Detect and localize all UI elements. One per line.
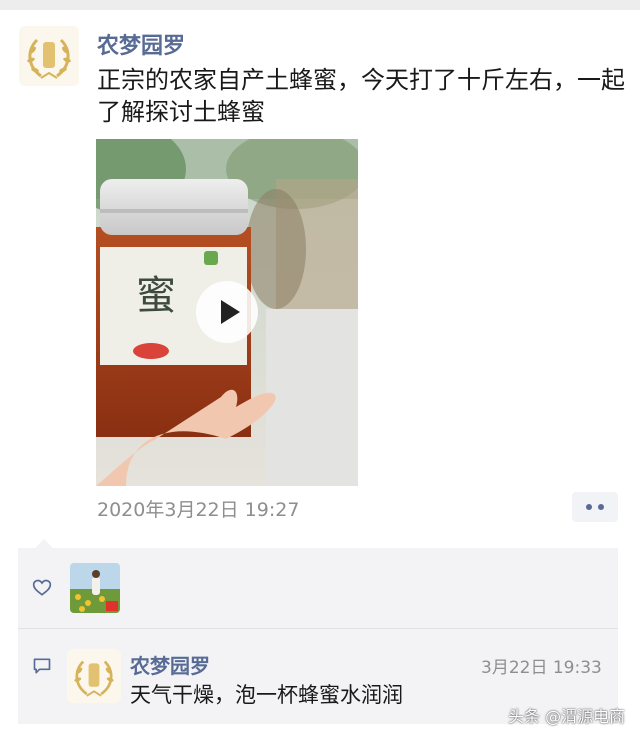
post-text: 正宗的农家自产土蜂蜜，今天打了十斤左右，一起了解探讨土蜂蜜 — [97, 66, 625, 126]
divider — [18, 628, 618, 629]
laurel-logo-icon — [19, 26, 79, 86]
comment-text[interactable]: 天气干燥，泡一杯蜂蜜水润润 — [130, 679, 403, 709]
post-author-name[interactable]: 农梦园罗 — [97, 28, 185, 60]
more-button[interactable] — [572, 492, 618, 522]
laurel-logo-icon — [67, 649, 121, 703]
comment-author-name[interactable]: 农梦园罗 — [130, 650, 210, 679]
commenter-avatar[interactable] — [67, 649, 121, 703]
play-icon — [220, 300, 240, 324]
post-timestamp: 2020年3月22日 19:27 — [97, 499, 300, 521]
liker-avatar[interactable] — [70, 563, 120, 613]
play-button[interactable] — [196, 281, 258, 343]
svg-text:蜜: 蜜 — [136, 273, 176, 319]
comment-time: 3月22日 19:33 — [481, 658, 602, 678]
watermark: 头条 @渭源电商 — [508, 707, 626, 726]
comment-icon — [33, 658, 51, 674]
flower-field-avatar-icon — [70, 563, 120, 613]
author-avatar[interactable] — [19, 26, 79, 86]
more-dots-icon — [586, 504, 592, 510]
top-bar — [0, 0, 640, 10]
heart-icon — [32, 579, 52, 596]
